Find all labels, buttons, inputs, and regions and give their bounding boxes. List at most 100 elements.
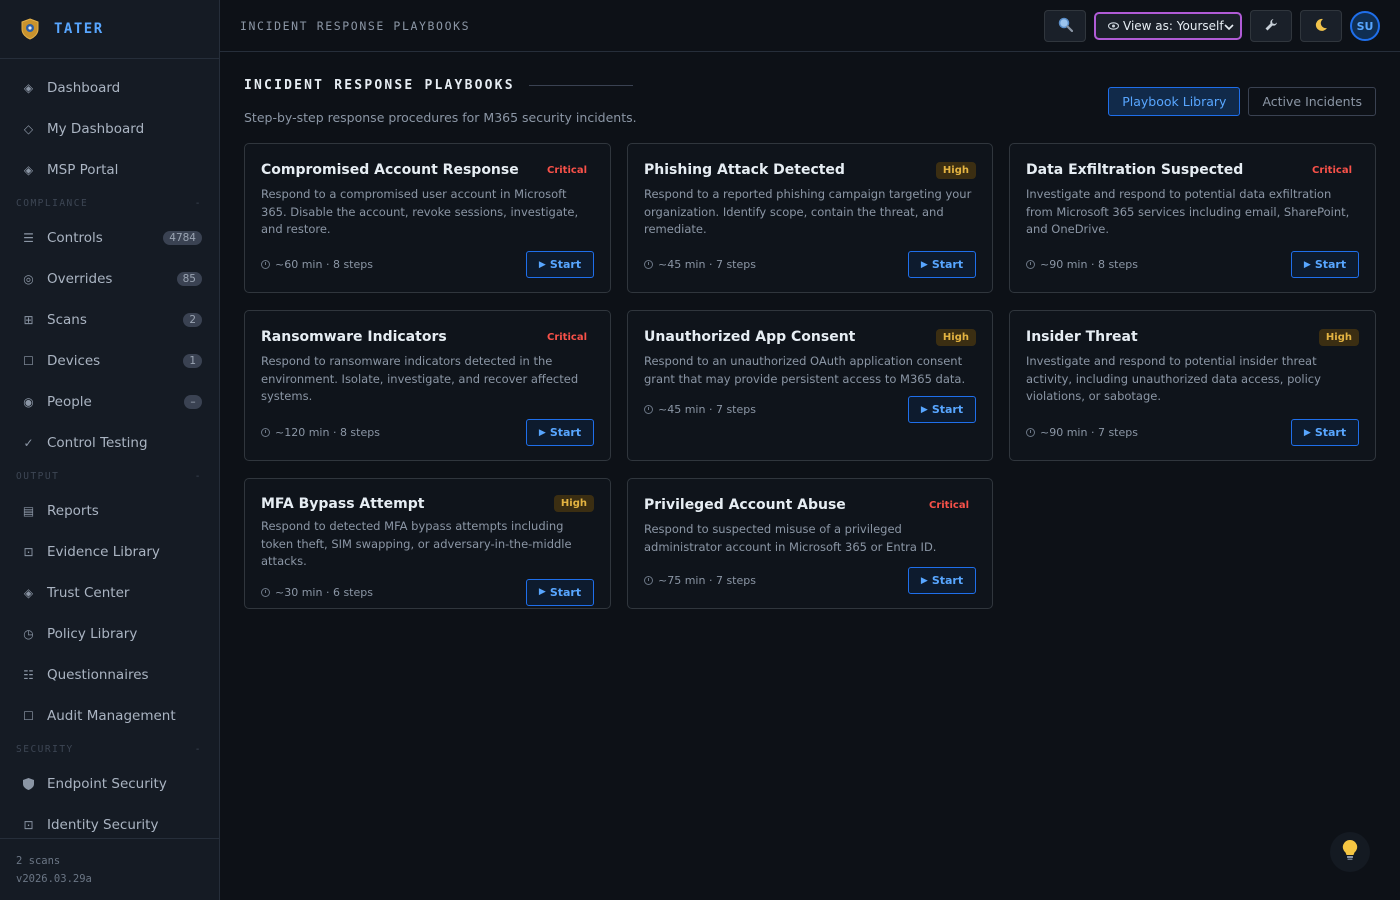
playbook-title: Data Exfiltration Suspected <box>1026 162 1244 178</box>
playbook-meta: ~45 min · 7 steps <box>644 258 756 271</box>
collapse-icon[interactable]: - <box>195 744 202 755</box>
tab-active-incidents[interactable]: Active Incidents <box>1248 87 1376 116</box>
breadcrumb: INCIDENT RESPONSE PLAYBOOKS <box>240 18 471 33</box>
sidebar-item-label: Devices <box>47 352 101 369</box>
wrench-icon <box>1264 17 1278 36</box>
sidebar-item-controls[interactable]: ☰ Controls 4784 <box>0 217 219 258</box>
moon-icon <box>1314 17 1328 36</box>
sidebar-nav: ◈ Dashboard ◇ My Dashboard ◈ MSP Portal … <box>0 59 219 845</box>
sidebar-item-scans[interactable]: ⊞ Scans 2 <box>0 299 219 340</box>
diamond-outline-icon: ◇ <box>23 121 34 136</box>
eye-icon <box>1107 19 1120 33</box>
play-icon: ▶ <box>1303 259 1311 270</box>
sidebar-item-label: My Dashboard <box>47 120 145 137</box>
playbook-meta-text: ~60 min · 8 steps <box>275 258 373 271</box>
sidebar-item-label: Overrides <box>47 270 113 287</box>
grid-icon: ⊞ <box>23 312 34 327</box>
collapse-icon[interactable]: - <box>195 198 202 209</box>
sidebar-item-my-dashboard[interactable]: ◇ My Dashboard <box>0 108 219 149</box>
clock-icon <box>644 405 653 414</box>
start-button[interactable]: ▶ Start <box>526 578 594 606</box>
play-icon: ▶ <box>920 259 928 270</box>
severity-badge: Critical <box>546 164 587 176</box>
start-button[interactable]: ▶ Start <box>908 396 976 423</box>
playbook-meta-text: ~45 min · 7 steps <box>658 403 756 416</box>
playbook-title: Phishing Attack Detected <box>644 162 845 178</box>
sidebar-item-msp-portal[interactable]: ◈ MSP Portal <box>0 149 219 190</box>
playbook-card: Phishing Attack Detected High Respond to… <box>627 143 993 293</box>
sidebar-item-reports[interactable]: ▤ Reports <box>0 490 219 531</box>
playbook-title: Unauthorized App Consent <box>644 329 856 345</box>
theme-toggle-button[interactable] <box>1300 10 1342 42</box>
severity-badge: High <box>1318 328 1359 346</box>
collapse-icon[interactable]: - <box>195 471 202 482</box>
checklist-icon: ☷ <box>23 667 34 682</box>
clock-icon <box>1026 260 1035 269</box>
list-icon: ☰ <box>23 230 34 245</box>
tab-playbook-library[interactable]: Playbook Library <box>1108 87 1241 116</box>
sidebar-item-devices[interactable]: ☐ Devices 1 <box>0 340 219 381</box>
severity-badge: High <box>935 328 976 346</box>
playbook-card: Data Exfiltration Suspected Critical Inv… <box>1009 143 1376 293</box>
sidebar-item-policy-library[interactable]: ◷ Policy Library <box>0 613 219 654</box>
playbook-description: Respond to detected MFA bypass attempts … <box>261 519 572 568</box>
sidebar-item-label: Scans <box>47 311 87 328</box>
lightbulb-icon <box>1342 839 1358 866</box>
playbook-meta: ~45 min · 7 steps <box>644 403 756 416</box>
tools-button[interactable] <box>1250 10 1292 42</box>
sidebar-item-label: Trust Center <box>47 584 130 601</box>
page-title-row: INCIDENT RESPONSE PLAYBOOKS <box>244 78 633 93</box>
sidebar-item-label: Questionnaires <box>47 666 149 683</box>
sidebar: TATER ◈ Dashboard ◇ My Dashboard ◈ MSP P… <box>0 0 220 900</box>
start-button[interactable]: ▶ Start <box>1291 251 1359 278</box>
sidebar-item-overrides[interactable]: ◎ Overrides 85 <box>0 258 219 299</box>
sidebar-item-questionnaires[interactable]: ☷ Questionnaires <box>0 654 219 695</box>
start-button[interactable]: ▶ Start <box>908 251 976 278</box>
section-header-output[interactable]: OUTPUT - <box>0 463 219 490</box>
sidebar-item-audit-management[interactable]: ☐ Audit Management <box>0 695 219 736</box>
severity-badge: High <box>553 495 594 512</box>
clock-icon: ◷ <box>23 626 34 641</box>
playbook-card: MFA Bypass Attempt High Respond to detec… <box>244 478 611 609</box>
sidebar-item-label: Dashboard <box>47 79 121 96</box>
section-header-security[interactable]: SECURITY - <box>0 736 219 763</box>
playbook-title: Ransomware Indicators <box>261 329 447 345</box>
target-icon: ◎ <box>23 271 34 286</box>
playbook-meta: ~120 min · 8 steps <box>261 426 380 439</box>
avatar[interactable]: SU <box>1350 11 1380 41</box>
shield-logo-icon <box>20 18 40 40</box>
brand-name: TATER <box>54 21 104 37</box>
clock-icon <box>261 587 270 597</box>
start-label: Start <box>549 585 582 599</box>
playbook-meta-text: ~30 min · 6 steps <box>275 585 373 599</box>
sidebar-item-control-testing[interactable]: ✓ Control Testing <box>0 422 219 463</box>
severity-badge: Critical <box>546 331 587 343</box>
sidebar-item-label: Identity Security <box>47 816 159 833</box>
search-button[interactable] <box>1044 10 1086 42</box>
sidebar-item-endpoint-security[interactable]: Endpoint Security <box>0 763 219 804</box>
playbook-card: Privileged Account Abuse Critical Respon… <box>627 478 993 609</box>
view-as-select[interactable]: View as: Yourself <box>1094 12 1242 40</box>
start-button[interactable]: ▶ Start <box>908 567 976 594</box>
sidebar-item-trust-center[interactable]: ◈ Trust Center <box>0 572 219 613</box>
start-button[interactable]: ▶ Start <box>526 419 594 446</box>
diamond-icon: ◈ <box>23 585 34 600</box>
start-button[interactable]: ▶ Start <box>1291 419 1359 446</box>
section-header-compliance[interactable]: COMPLIANCE - <box>0 190 219 217</box>
playbook-title: MFA Bypass Attempt <box>261 495 425 512</box>
playbook-title: Insider Threat <box>1026 329 1138 345</box>
sidebar-item-label: Audit Management <box>47 707 176 724</box>
sidebar-item-people[interactable]: ◉ People – <box>0 381 219 422</box>
start-button[interactable]: ▶ Start <box>526 251 594 278</box>
clock-icon <box>644 576 653 585</box>
sidebar-item-dashboard[interactable]: ◈ Dashboard <box>0 67 219 108</box>
playbook-title: Privileged Account Abuse <box>644 497 846 513</box>
tips-button[interactable] <box>1330 832 1370 872</box>
playbook-meta-text: ~90 min · 8 steps <box>1040 258 1138 271</box>
playbook-meta: ~90 min · 8 steps <box>1026 258 1138 271</box>
evidence-icon: ⊡ <box>23 544 34 559</box>
severity-badge: Critical <box>928 499 969 511</box>
sidebar-item-evidence-library[interactable]: ⊡ Evidence Library <box>0 531 219 572</box>
brand[interactable]: TATER <box>0 0 219 59</box>
playbook-meta: ~30 min · 6 steps <box>261 586 373 599</box>
